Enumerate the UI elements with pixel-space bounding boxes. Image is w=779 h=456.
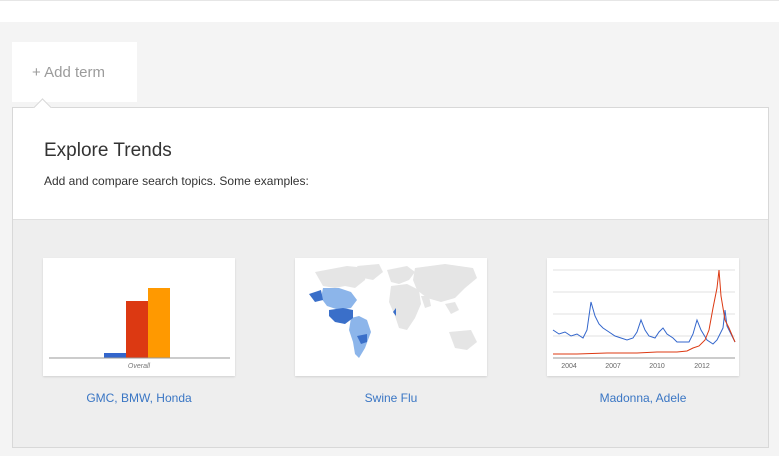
explore-trends-panel: Explore Trends Add and compare search to… — [12, 98, 769, 448]
panel-header: Explore Trends Add and compare search to… — [13, 108, 768, 220]
example-thumbnail-gmc-bmw-honda[interactable]: Overall — [43, 258, 235, 376]
example-link-swine-flu[interactable]: Swine Flu — [295, 391, 487, 405]
bar-chart-thumbnail: Overall — [49, 288, 230, 370]
series-adele — [553, 269, 736, 355]
example-thumbnail-swine-flu[interactable] — [295, 258, 487, 376]
add-term-button[interactable]: + Add term — [12, 42, 137, 102]
add-term-label: + Add term — [32, 63, 105, 81]
top-strip — [0, 0, 779, 23]
example-link-madonna-adele[interactable]: Madonna, Adele — [547, 391, 739, 405]
bar-1 — [126, 301, 148, 358]
example-thumbnail-madonna-adele[interactable]: 2004 2007 2010 2012 — [547, 258, 739, 376]
line-x-ticks: 2004 2007 2010 2012 — [561, 363, 710, 370]
tick-label: 2007 — [605, 363, 621, 370]
tick-label: 2012 — [694, 363, 710, 370]
panel-title: Explore Trends — [44, 140, 172, 161]
bar-axis-label: Overall — [128, 363, 151, 370]
bar-2 — [148, 288, 170, 358]
tick-label: 2004 — [561, 363, 577, 370]
world-map-thumbnail — [309, 264, 477, 358]
series-madonna — [552, 301, 736, 345]
bar-0 — [104, 353, 126, 358]
line-chart-thumbnail: 2004 2007 2010 2012 — [552, 269, 736, 370]
example-link-gmc-bmw-honda[interactable]: GMC, BMW, Honda — [43, 391, 235, 405]
tick-label: 2010 — [649, 363, 665, 370]
panel-subtitle: Add and compare search topics. Some exam… — [44, 174, 309, 188]
line-gridlines — [553, 269, 735, 337]
